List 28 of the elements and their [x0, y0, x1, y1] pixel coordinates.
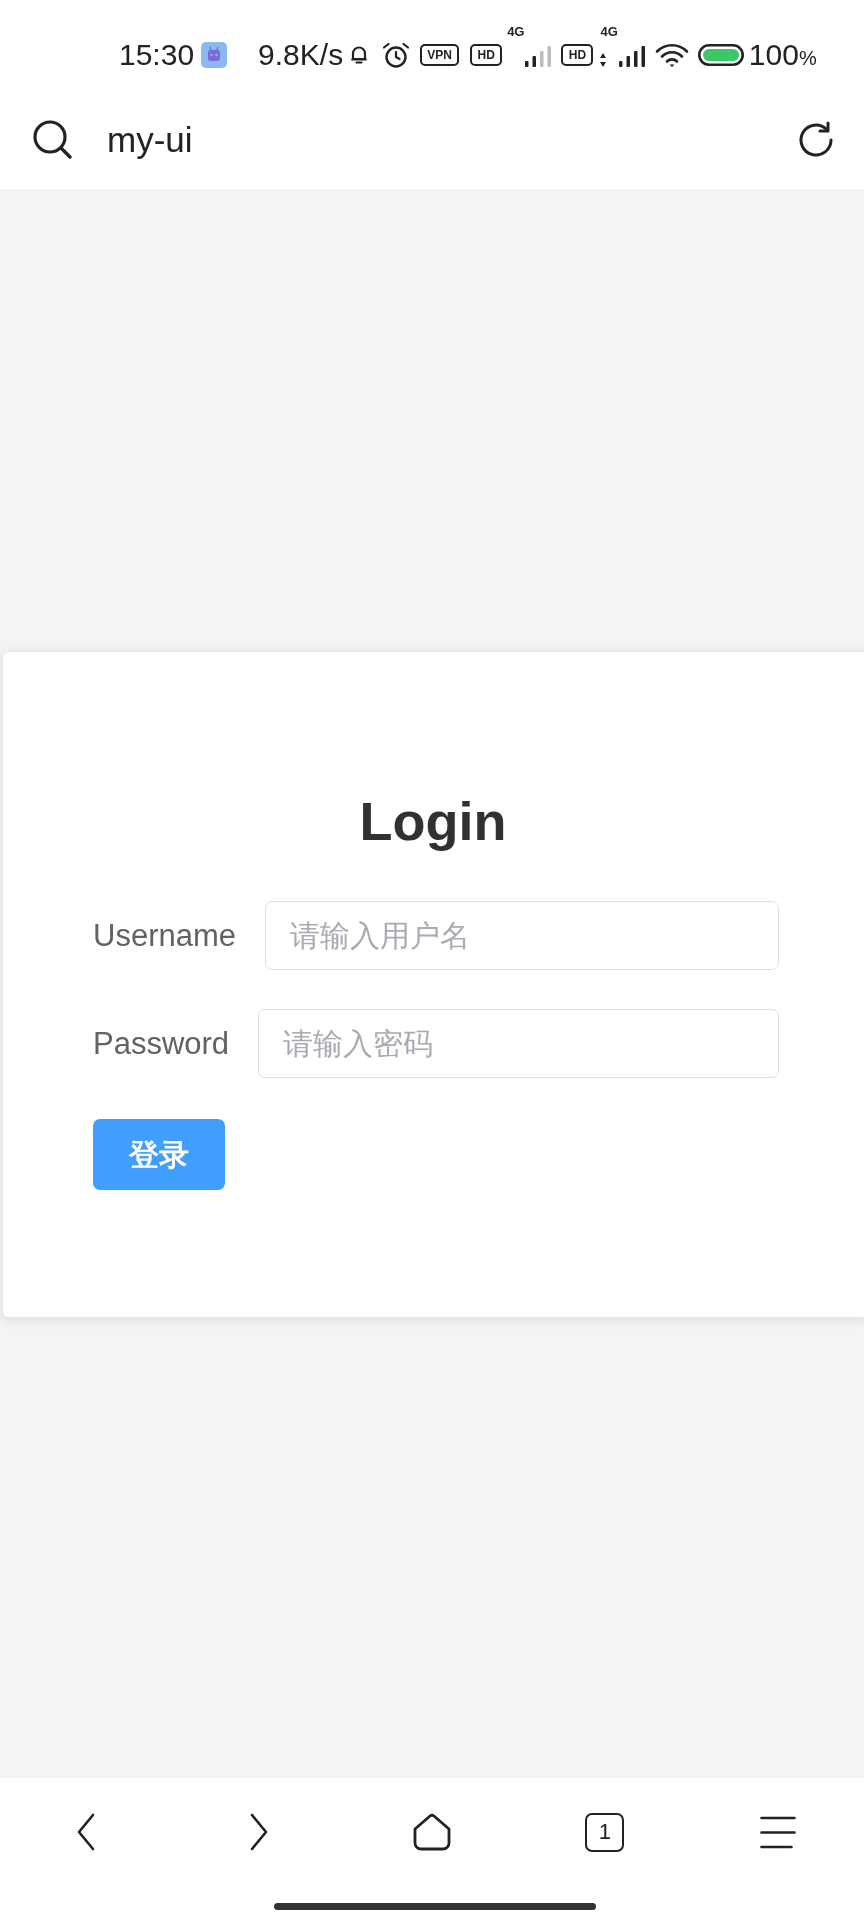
vpn-indicator: VPN — [420, 44, 460, 66]
field-label: Username — [93, 920, 236, 951]
app-notification-icon — [201, 42, 228, 68]
input-field[interactable]: 请输入用户名 — [265, 901, 779, 970]
home-icon — [413, 1813, 451, 1851]
refresh-icon — [797, 120, 835, 159]
battery-icon — [697, 44, 744, 66]
alarm-clock-icon — [382, 42, 411, 68]
field-label: Password — [93, 1028, 230, 1059]
chevron-right-icon — [250, 1813, 269, 1851]
signal-bars-icon — [618, 45, 647, 67]
wifi-icon — [654, 43, 689, 67]
search-icon — [33, 120, 72, 159]
input-field[interactable]: 请输入密码 — [258, 1009, 779, 1078]
network-speed-text: 9.8K/s — [258, 40, 344, 70]
hd-indicator: HD — [561, 44, 594, 66]
network-type-text: 4G — [600, 25, 618, 38]
clock-time: 15:30 — [119, 40, 195, 70]
signal-bars-icon — [525, 45, 554, 67]
bell-icon — [351, 45, 368, 65]
url-text[interactable]: my-ui — [107, 122, 193, 157]
menu-icon — [759, 1815, 796, 1849]
network-type-text: 4G — [507, 25, 525, 38]
chevron-left-icon — [77, 1813, 96, 1851]
data-arrows-icon — [600, 53, 607, 67]
battery-percent: 100% — [748, 40, 817, 70]
tab-count-button[interactable]: 1 — [585, 1812, 625, 1852]
hd-indicator: HD — [470, 44, 503, 66]
